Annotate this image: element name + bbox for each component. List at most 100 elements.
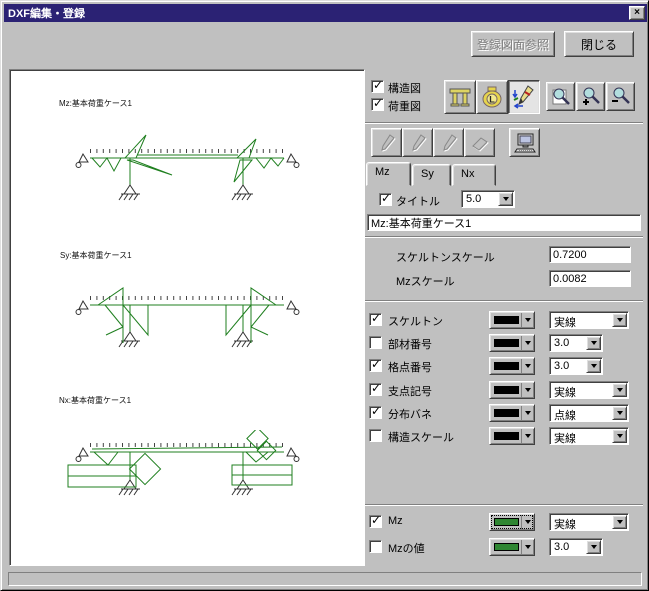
display-icon — [514, 132, 536, 154]
zoom-out-icon — [610, 86, 632, 108]
member-number-label: 部材番号 — [388, 336, 432, 352]
title-bar[interactable]: DXF編集・登録 × — [4, 4, 647, 22]
chevron-down-icon[interactable] — [586, 359, 601, 373]
chevron-down-icon[interactable] — [612, 313, 627, 327]
diagram-nx-label: Nx:基本荷重ケース1 — [59, 395, 131, 406]
close-icon[interactable]: × — [629, 6, 645, 20]
structure-figure-checkbox[interactable]: ✓ — [371, 80, 384, 93]
skeleton-color-select[interactable] — [489, 311, 535, 329]
chevron-down-icon[interactable] — [498, 192, 513, 206]
zoom-fit-button[interactable] — [546, 82, 575, 111]
chevron-down-icon[interactable] — [521, 429, 533, 443]
status-bar — [8, 572, 642, 586]
separator — [365, 504, 643, 506]
tab-nx[interactable]: Nx — [452, 164, 496, 186]
skeleton-scale-label: スケルトンスケール — [396, 249, 495, 265]
chevron-down-icon[interactable] — [521, 313, 533, 327]
zoom-in-button[interactable] — [576, 82, 605, 111]
window-title: DXF編集・登録 — [8, 5, 85, 21]
chevron-down-icon[interactable] — [521, 336, 533, 350]
zoom-out-button[interactable] — [606, 82, 635, 111]
member-number-checkbox[interactable]: ✓ — [369, 336, 382, 349]
chevron-down-icon[interactable] — [612, 429, 627, 443]
node-number-checkbox[interactable]: ✓ — [369, 359, 382, 372]
mz-value-checkbox[interactable]: ✓ — [369, 540, 382, 553]
title-checkbox[interactable]: ✓ — [379, 193, 392, 206]
structure-drawing-button[interactable] — [444, 80, 476, 114]
mz-checkbox[interactable]: ✓ — [369, 515, 382, 528]
structure-scale-color-select[interactable] — [489, 427, 535, 445]
chevron-down-icon[interactable] — [521, 359, 533, 373]
diagram-mz — [10, 130, 366, 270]
eraser-button[interactable] — [464, 128, 495, 157]
separator — [365, 300, 643, 302]
load-figure-checkbox[interactable]: ✓ — [371, 98, 384, 111]
chevron-down-icon[interactable] — [612, 406, 627, 420]
structure-scale-checkbox[interactable]: ✓ — [369, 429, 382, 442]
close-button[interactable]: 閉じる — [564, 31, 634, 57]
chevron-down-icon[interactable] — [586, 336, 601, 350]
skeleton-style-select[interactable]: 実線 — [549, 311, 629, 329]
drawing-preview-panel[interactable]: Mz:基本荷重ケース1 Sy:基本荷重ケース1 — [9, 69, 365, 566]
load-drawing-button[interactable]: L — [476, 80, 508, 114]
pen-icon — [408, 133, 428, 153]
display-button[interactable] — [509, 128, 540, 157]
chevron-down-icon[interactable] — [521, 515, 533, 529]
skeleton-scale-input[interactable] — [549, 246, 631, 263]
support-symbol-checkbox[interactable]: ✓ — [369, 383, 382, 396]
edit-mode-button[interactable] — [508, 80, 540, 114]
mz-scale-label: Mzスケール — [396, 273, 455, 289]
mz-value-color-select[interactable] — [489, 538, 535, 556]
title-label: タイトル — [396, 193, 440, 209]
edit-pencil-icon — [511, 84, 537, 110]
pen-icon — [377, 133, 397, 153]
zoom-fit-icon — [550, 86, 572, 108]
distributed-spring-checkbox[interactable]: ✓ — [369, 406, 382, 419]
node-number-size-select[interactable]: 3.0 — [549, 357, 603, 375]
control-panel: ✓ 構造図 ✓ 荷重図 L — [365, 69, 643, 569]
node-number-label: 格点番号 — [388, 359, 432, 375]
chevron-down-icon[interactable] — [586, 540, 601, 554]
distributed-spring-style-select[interactable]: 点線 — [549, 404, 629, 422]
mz-style-select[interactable]: 実線 — [549, 513, 629, 531]
dxf-edit-register-dialog: DXF編集・登録 × 登録図面参照 閉じる Mz:基本荷重ケース1 Sy:基本荷… — [0, 0, 649, 591]
chevron-down-icon[interactable] — [521, 540, 533, 554]
mz-scale-input[interactable] — [549, 270, 631, 287]
skeleton-checkbox[interactable]: ✓ — [369, 313, 382, 326]
pen-button-1[interactable] — [371, 128, 402, 157]
chevron-down-icon[interactable] — [521, 383, 533, 397]
mz-color-select[interactable] — [489, 513, 535, 531]
svg-text:L: L — [489, 95, 495, 105]
structure-scale-label: 構造スケール — [388, 429, 454, 445]
title-size-select[interactable]: 5.0 — [461, 190, 515, 208]
mz-label: Mz — [388, 515, 403, 527]
support-symbol-style-select[interactable]: 実線 — [549, 381, 629, 399]
distributed-spring-color-select[interactable] — [489, 404, 535, 422]
pen-icon — [439, 133, 459, 153]
zoom-in-icon — [580, 86, 602, 108]
structure-figure-label: 構造図 — [388, 80, 421, 96]
registered-drawing-ref-button[interactable]: 登録図面参照 — [471, 31, 555, 57]
diagram-nx — [10, 430, 366, 550]
chevron-down-icon[interactable] — [612, 515, 627, 529]
separator — [365, 122, 643, 124]
skeleton-label: スケルトン — [388, 313, 443, 329]
node-number-color-select[interactable] — [489, 357, 535, 375]
structure-scale-style-select[interactable]: 実線 — [549, 427, 629, 445]
pen-button-2[interactable] — [402, 128, 433, 157]
pen-button-3[interactable] — [433, 128, 464, 157]
load-drawing-icon: L — [480, 85, 504, 109]
tab-sy[interactable]: Sy — [412, 164, 451, 186]
mz-value-label: Mzの値 — [388, 540, 425, 556]
member-number-size-select[interactable]: 3.0 — [549, 334, 603, 352]
load-figure-label: 荷重図 — [388, 98, 421, 114]
mz-value-size-select[interactable]: 3.0 — [549, 538, 603, 556]
chevron-down-icon[interactable] — [612, 383, 627, 397]
member-number-color-select[interactable] — [489, 334, 535, 352]
support-symbol-color-select[interactable] — [489, 381, 535, 399]
structure-drawing-icon — [448, 85, 472, 109]
chevron-down-icon[interactable] — [521, 406, 533, 420]
support-symbol-label: 支点記号 — [388, 383, 432, 399]
title-text-input[interactable] — [367, 214, 641, 231]
tab-mz[interactable]: Mz — [366, 162, 411, 186]
